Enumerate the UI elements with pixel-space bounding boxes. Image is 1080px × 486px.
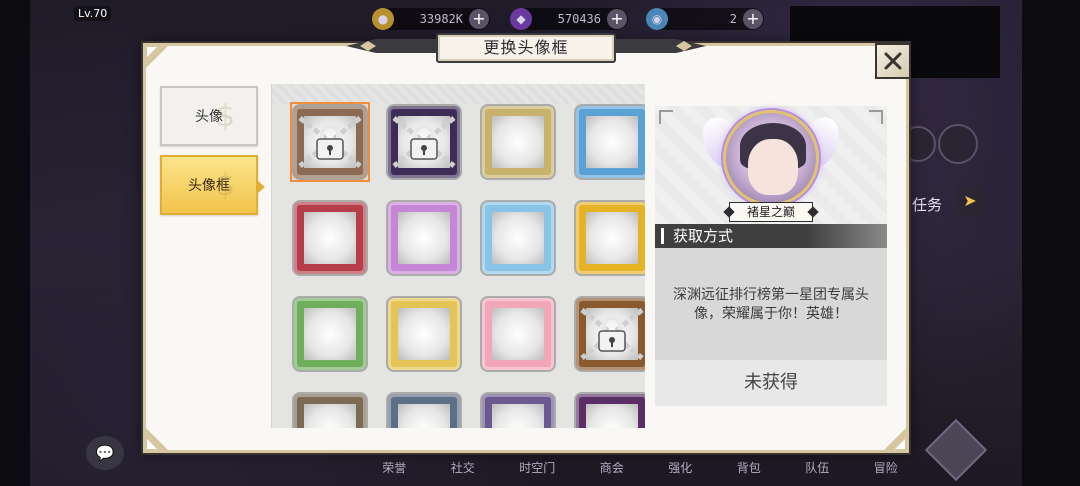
title-ornament-right <box>616 39 706 53</box>
frame-inner-placeholder <box>304 212 356 264</box>
frame-inner-placeholder <box>398 404 450 428</box>
obtain-method-header: 获取方式 <box>655 224 887 248</box>
frame-detail-panel: 褚星之巅 获取方式 深渊远征排行榜第一星团专属头像，荣耀属于你！英雄！ 未获得 <box>655 106 887 406</box>
frame-item[interactable] <box>290 294 370 374</box>
left-letterbox <box>0 0 30 486</box>
nav-honor: 荣誉 <box>382 460 407 475</box>
nav-social: 社交 <box>450 460 475 475</box>
tab-avatar[interactable]: $ 头像 <box>160 86 258 146</box>
nav-enhance: 强化 <box>668 460 693 475</box>
frame-item[interactable] <box>572 294 645 374</box>
frame-item[interactable] <box>478 294 558 374</box>
frame-inner-placeholder <box>492 116 544 168</box>
frame-inner-placeholder <box>586 116 638 168</box>
add-orb-button[interactable]: + <box>743 9 763 29</box>
corner-ornament-br <box>881 425 909 453</box>
close-icon <box>884 52 902 70</box>
bg-task-label: 任务 <box>912 196 943 214</box>
purple-gem-icon: ◆ <box>510 8 532 30</box>
nav-portal: 时空门 <box>519 460 556 475</box>
nav-bag: 背包 <box>736 460 761 475</box>
avatar-face <box>748 139 798 195</box>
frame-inner-placeholder <box>586 212 638 264</box>
frame-inner-placeholder <box>586 404 638 428</box>
frame-item[interactable] <box>384 390 464 428</box>
frame-item[interactable] <box>384 294 464 374</box>
frame-inner-placeholder <box>304 404 356 428</box>
player-level: Lv.70 <box>74 6 112 21</box>
preview-corner <box>659 110 673 124</box>
tab-deco-icon: $ <box>216 99 236 134</box>
frame-item[interactable] <box>290 198 370 278</box>
frame-inner-placeholder <box>398 212 450 264</box>
frame-item[interactable] <box>290 390 370 428</box>
preview-area: 褚星之巅 <box>655 106 887 224</box>
frame-item[interactable] <box>478 198 558 278</box>
frame-item[interactable] <box>478 102 558 182</box>
gem-value: 570436 <box>557 12 601 26</box>
obtain-status: 未获得 <box>655 360 887 406</box>
nav-team: 队伍 <box>805 460 830 475</box>
frame-grid[interactable] <box>271 84 645 428</box>
frame-item[interactable] <box>478 390 558 428</box>
lock-icon <box>316 124 344 160</box>
avatar-preview <box>723 110 819 206</box>
frame-inner-placeholder <box>492 212 544 264</box>
frame-item[interactable] <box>384 102 464 182</box>
frame-item[interactable] <box>572 198 645 278</box>
frame-item[interactable] <box>384 198 464 278</box>
gem-currency: ◆ 570436 + <box>510 8 628 30</box>
bottom-nav: 荣誉 社交 时空门 商会 强化 背包 队伍 冒险 <box>360 448 920 486</box>
obtain-method-description: 深渊远征排行榜第一星团专属头像，荣耀属于你！英雄！ <box>673 287 869 322</box>
title-bar: 更换头像框 <box>346 31 706 65</box>
frame-inner-placeholder <box>398 308 450 360</box>
add-gem-button[interactable]: + <box>607 9 627 29</box>
corner-ornament-bl <box>143 425 171 453</box>
frame-name-plate: 褚星之巅 <box>729 202 813 222</box>
frame-item[interactable] <box>572 102 645 182</box>
gold-currency: ● 33982K + <box>372 8 490 30</box>
gold-coin-icon: ● <box>372 8 394 30</box>
frame-inner-placeholder <box>492 404 544 428</box>
add-gold-button[interactable]: + <box>469 9 489 29</box>
blue-orb-icon: ◉ <box>646 8 668 30</box>
frame-item[interactable] <box>290 102 370 182</box>
tab-deco-icon: $ <box>216 168 236 203</box>
close-button[interactable] <box>875 43 911 79</box>
orb-value: 2 <box>729 12 737 26</box>
dialog-title: 更换头像框 <box>436 33 616 63</box>
chat-icon: 💬 <box>86 436 124 470</box>
right-letterbox <box>1022 0 1080 486</box>
frame-inner-placeholder <box>492 308 544 360</box>
preview-corner <box>869 110 883 124</box>
nav-adventure: 冒险 <box>873 460 898 475</box>
lock-icon <box>410 124 438 160</box>
frame-item[interactable] <box>572 390 645 428</box>
nav-guild: 商会 <box>599 460 624 475</box>
bg-task-arrow-icon: ➤ <box>956 186 984 216</box>
frame-inner-placeholder <box>304 308 356 360</box>
orb-currency: ◉ 2 + <box>646 8 764 30</box>
lock-icon <box>598 316 626 352</box>
title-ornament-left <box>346 39 436 53</box>
bg-mail-icon <box>938 124 978 164</box>
gold-value: 33982K <box>419 12 463 26</box>
corner-ornament-tl <box>143 43 171 71</box>
change-frame-dialog: 更换头像框 $ 头像 $ 头像框 褚星之巅 获取方式 深渊远征排行榜第一星团专属… <box>143 33 911 453</box>
tab-avatar-frame[interactable]: $ 头像框 <box>160 155 265 215</box>
